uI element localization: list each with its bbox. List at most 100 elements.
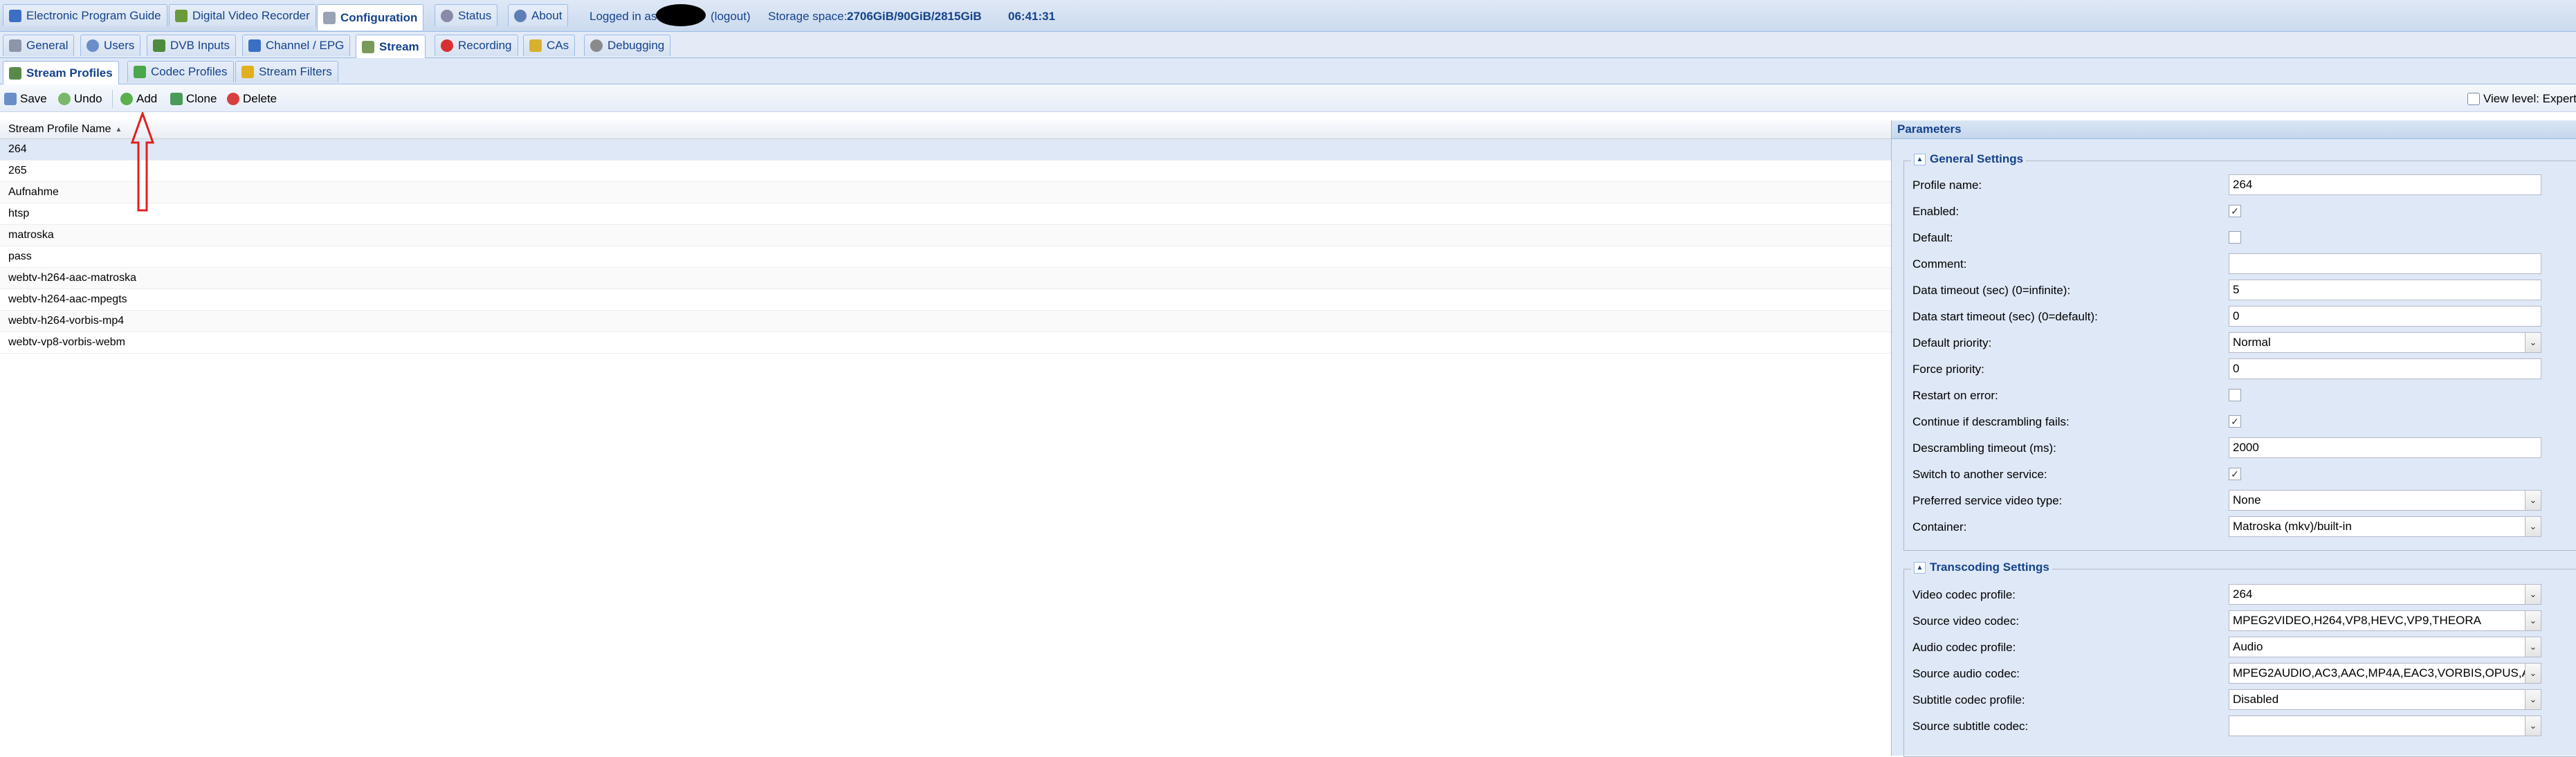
undo-label: Undo [74, 92, 102, 105]
chevron-down-icon[interactable]: ⌄ [2525, 637, 2541, 657]
tab-configuration[interactable]: Configuration [317, 4, 424, 30]
chevron-down-icon[interactable]: ⌄ [2525, 333, 2541, 352]
chevron-down-icon[interactable]: ⌄ [2525, 690, 2541, 709]
save-button[interactable]: Save [4, 91, 47, 107]
audio-codec-profile-label: Audio codec profile: [1912, 641, 2016, 654]
tab-about[interactable]: About [508, 4, 569, 26]
data-timeout-field[interactable]: 5 [2229, 280, 2541, 300]
clone-icon [170, 93, 183, 105]
tab-stream[interactable]: Stream [356, 35, 426, 58]
preferred-video-type-row: Preferred service video type: None ⌄ [1904, 487, 2576, 513]
select-value: None [2233, 493, 2261, 507]
table-row[interactable]: webtv-h264-aac-mpegts [0, 289, 1891, 311]
tab-users[interactable]: Users [80, 35, 141, 56]
transcoding-settings-fieldset: ▲ Transcoding Settings Video codec profi… [1903, 560, 2576, 757]
tab-label: Channel / EPG [266, 39, 345, 52]
tab-channel-epg[interactable]: Channel / EPG [242, 35, 351, 56]
chevron-down-icon[interactable]: ⌄ [2525, 664, 2541, 683]
container-select[interactable]: Matroska (mkv)/built-in ⌄ [2229, 516, 2541, 537]
chevron-down-icon[interactable]: ⌄ [2525, 517, 2541, 536]
tab-dvb-inputs[interactable]: DVB Inputs [147, 35, 236, 56]
channel-icon [248, 39, 261, 52]
data-start-timeout-field[interactable]: 0 [2229, 306, 2541, 327]
table-row[interactable]: 264 [0, 139, 1891, 161]
table-row[interactable]: matroska [0, 225, 1891, 246]
info-icon [514, 9, 527, 22]
default-priority-select[interactable]: Normal ⌄ [2229, 332, 2541, 353]
profile-name-label: Profile name: [1912, 179, 1982, 192]
sort-asc-icon: ▲ [115, 125, 122, 134]
general-settings-title: General Settings [1930, 152, 2024, 165]
restart-on-error-row: Restart on error: [1904, 382, 2576, 408]
tab-status[interactable]: Status [435, 4, 498, 26]
dvr-icon [175, 9, 188, 22]
table-row[interactable]: htsp [0, 203, 1891, 225]
delete-button[interactable]: Delete [227, 91, 277, 107]
chevron-down-icon[interactable]: ⌄ [2525, 611, 2541, 630]
collapse-icon[interactable]: ▲ [1914, 153, 1926, 165]
source-subtitle-codec-select[interactable]: ⌄ [2229, 715, 2541, 736]
enabled-checkbox[interactable]: ✓ [2229, 205, 2241, 217]
table-row[interactable]: pass [0, 246, 1891, 268]
logout-link[interactable]: (logout) [711, 10, 751, 24]
epg-icon [9, 9, 21, 22]
table-row[interactable]: webtv-vp8-vorbis-webm [0, 332, 1891, 354]
data-timeout-row: Data timeout (sec) (0=infinite): 5 [1904, 277, 2576, 303]
descrambling-timeout-field[interactable]: 2000 [2229, 437, 2541, 458]
preferred-video-type-select[interactable]: None ⌄ [2229, 490, 2541, 511]
add-button[interactable]: Add [120, 91, 157, 107]
switch-service-label: Switch to another service: [1912, 468, 2047, 481]
clock: 06:41:31 [1008, 10, 1056, 23]
restart-on-error-checkbox[interactable] [2229, 389, 2241, 401]
source-audio-codec-select[interactable]: MPEG2AUDIO,AC3,AAC,MP4A,EAC3,VORBIS,OPUS… [2229, 663, 2541, 684]
source-audio-codec-row: Source audio codec: MPEG2AUDIO,AC3,AAC,M… [1904, 660, 2576, 686]
delete-label: Delete [243, 92, 277, 105]
video-codec-profile-select[interactable]: 264 ⌄ [2229, 584, 2541, 605]
tab-dvr[interactable]: Digital Video Recorder [169, 4, 316, 26]
tab-codec-profiles[interactable]: Codec Profiles [127, 61, 234, 82]
tab-label: Electronic Program Guide [26, 8, 161, 22]
transcoding-settings-legend: ▲ Transcoding Settings [1911, 560, 2052, 574]
audio-codec-profile-select[interactable]: Audio ⌄ [2229, 637, 2541, 657]
table-row[interactable]: Aufnahme [0, 182, 1891, 203]
video-codec-profile-row: Video codec profile: 264 ⌄ [1904, 581, 2576, 608]
descrambling-timeout-label: Descrambling timeout (ms): [1912, 441, 2056, 455]
source-video-codec-select[interactable]: MPEG2VIDEO,H264,VP8,HEVC,VP9,THEORA ⌄ [2229, 610, 2541, 631]
switch-service-checkbox[interactable]: ✓ [2229, 468, 2241, 480]
select-value: 264 [2233, 587, 2253, 601]
select-value: Disabled [2233, 693, 2279, 706]
tab-label: Stream Filters [259, 65, 332, 78]
tab-cas[interactable]: CAs [523, 35, 576, 56]
subtitle-codec-profile-select[interactable]: Disabled ⌄ [2229, 689, 2541, 710]
default-label: Default: [1912, 231, 1953, 244]
force-priority-field[interactable]: 0 [2229, 358, 2541, 379]
continue-descrambling-checkbox[interactable]: ✓ [2229, 415, 2241, 428]
comment-field[interactable] [2229, 253, 2541, 274]
tab-stream-profiles[interactable]: Stream Profiles [3, 61, 119, 84]
stream-profile-grid: Stream Profile Name ▲ 264 265 Aufnahme h… [0, 120, 1891, 756]
collapse-icon[interactable]: ▲ [1914, 561, 1926, 574]
toolbar-separator [112, 90, 113, 108]
table-row[interactable]: 265 [0, 161, 1891, 182]
table-row[interactable]: webtv-h264-aac-matroska [0, 268, 1891, 289]
tab-recording[interactable]: Recording [435, 35, 518, 56]
clone-button[interactable]: Clone [170, 91, 217, 107]
column-header-stream-profile-name[interactable]: Stream Profile Name [8, 123, 111, 136]
status-icon [441, 9, 453, 22]
tab-debugging[interactable]: Debugging [584, 35, 671, 56]
tab-stream-filters[interactable]: Stream Filters [235, 61, 338, 82]
tab-general[interactable]: General [3, 35, 75, 56]
restart-on-error-label: Restart on error: [1912, 389, 1998, 402]
chevron-down-icon[interactable]: ⌄ [2525, 491, 2541, 510]
view-level-button[interactable]: View level: Expert [2467, 91, 2576, 107]
tab-epg[interactable]: Electronic Program Guide [3, 4, 167, 26]
default-checkbox[interactable] [2229, 231, 2241, 244]
chevron-down-icon[interactable]: ⌄ [2525, 716, 2541, 736]
source-video-codec-label: Source video codec: [1912, 614, 2020, 628]
storage-label: Storage space: [768, 10, 848, 23]
profile-name-field[interactable]: 264 [2229, 174, 2541, 195]
chevron-down-icon[interactable]: ⌄ [2525, 585, 2541, 604]
undo-button[interactable]: Undo [58, 91, 102, 107]
enabled-row: Enabled: ✓ [1904, 198, 2576, 224]
table-row[interactable]: webtv-h264-vorbis-mp4 [0, 311, 1891, 332]
